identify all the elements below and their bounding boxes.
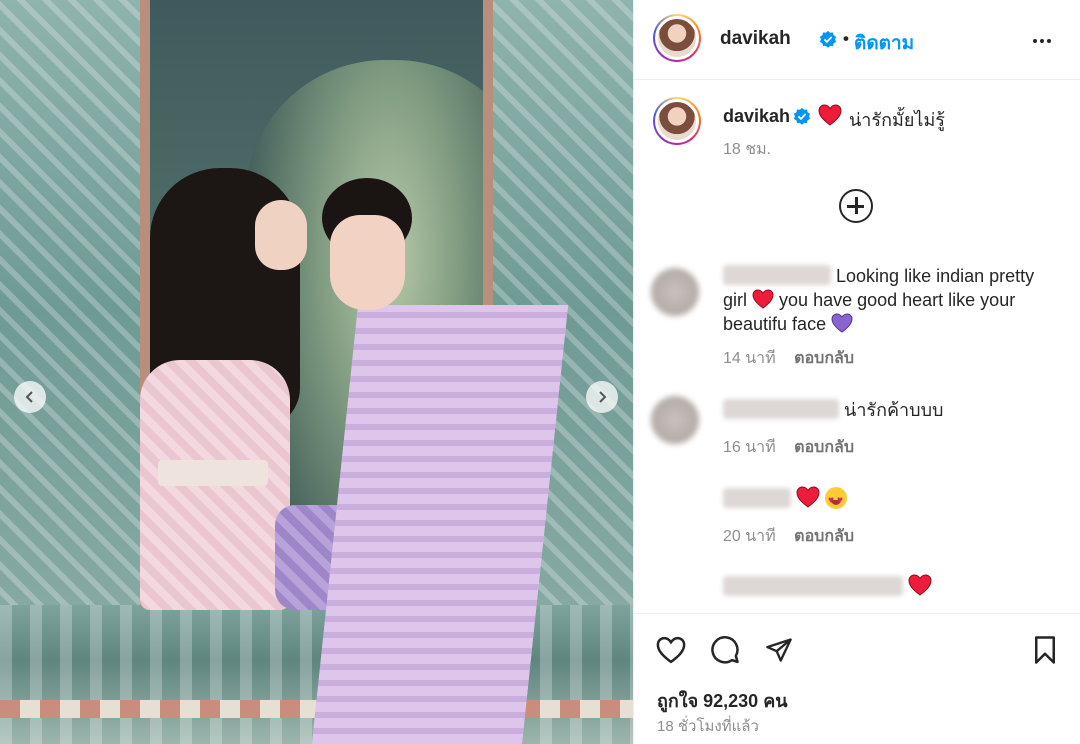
likes-count[interactable]: ถูกใจ 92,230 คน [657,686,788,715]
blurred-username[interactable] [723,576,903,596]
naga-pillar-left [0,0,150,620]
chevron-left-icon [25,391,33,403]
comment-meta: 20 นาที ตอบกลับ [723,524,854,549]
comment-bubble-icon [711,636,739,664]
chevron-right-icon [599,391,607,403]
comment-body [723,574,1063,599]
post-actions-bar: ถูกใจ 92,230 คน 18 ชั่วโมงที่แล้ว [634,613,1080,744]
reply-button[interactable]: ตอบกลับ [794,439,854,456]
blurred-username[interactable] [723,399,839,419]
verified-badge-icon [793,107,811,125]
load-more-comments-icon[interactable] [839,189,873,223]
like-button[interactable] [654,633,688,667]
comment-text: น่ารักค้าบบบ [844,400,944,420]
comment-meta: 16 นาที ตอบกลับ [723,435,854,460]
woman-left-belt [158,460,268,486]
save-button[interactable] [1028,633,1062,667]
author-avatar[interactable] [653,14,701,62]
comment-avatar[interactable] [651,268,699,316]
caption-time: 18 ชม. [723,141,772,158]
post-photo[interactable] [0,0,633,744]
separator-dot: • [843,29,849,48]
carousel-next-button[interactable] [586,381,618,413]
follow-button[interactable]: ติดตาม [854,28,914,58]
blurred-username[interactable] [723,265,831,285]
heart-eyes-emoji-icon [825,487,848,513]
paper-plane-icon [766,638,792,662]
red-heart-emoji-icon [908,574,932,596]
caption-username[interactable]: davikah [723,106,790,127]
comment-body: น่ารักค้าบบบ [723,398,1063,422]
reply-button[interactable]: ตอบกลับ [794,528,854,545]
comment-time: 16 นาที [723,439,776,456]
comment-avatar[interactable] [651,396,699,444]
comment-time: 20 นาที [723,528,776,545]
red-heart-emoji-icon [752,289,774,309]
reply-button[interactable]: ตอบกลับ [794,350,854,367]
red-heart-emoji-icon [796,486,820,508]
verified-badge-icon [819,30,837,48]
author-username[interactable]: davikah [720,28,791,50]
woman-right-face [330,215,405,310]
more-dot-icon [1040,39,1044,43]
post-side-panel: davikah • ติดตาม davikah น่ารักมั้ยไม่รู… [633,0,1080,744]
carousel-prev-button[interactable] [14,381,46,413]
comment-body: Looking like indian pretty girl you have… [723,264,1063,336]
more-dot-icon [1047,39,1051,43]
share-button[interactable] [762,633,796,667]
red-heart-emoji-icon [818,104,842,126]
woman-left-face [255,200,307,270]
purple-heart-emoji-icon [831,313,853,333]
post-timestamp: 18 ชั่วโมงที่แล้ว [657,718,759,735]
bookmark-icon [1035,636,1055,664]
post-header: davikah • ติดตาม [634,0,1080,80]
more-dot-icon [1033,39,1037,43]
comment-button[interactable] [708,633,742,667]
heart-outline-icon [656,636,686,664]
caption-avatar[interactable] [653,97,701,145]
comment-time: 14 นาที [723,350,776,367]
blurred-username[interactable] [723,488,791,508]
more-options-button[interactable] [1027,26,1057,56]
comment-meta: 14 นาที ตอบกลับ [723,346,854,371]
comment-body [723,486,1063,513]
caption-text: น่ารักมั้ยไม่รู้ [849,110,945,130]
